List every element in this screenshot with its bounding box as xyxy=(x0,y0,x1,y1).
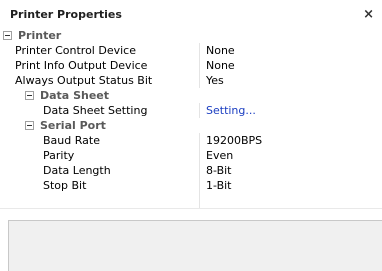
collapse-icon[interactable] xyxy=(25,91,34,100)
column-divider xyxy=(199,193,200,208)
data-sheet-setting-link[interactable]: Setting... xyxy=(200,103,256,118)
property-row-always-output-status-bit[interactable]: Always Output Status Bit Yes xyxy=(0,73,382,88)
category-label: Printer xyxy=(18,29,62,42)
property-name: Print Info Output Device xyxy=(0,58,200,73)
property-grid: Printer Printer Control Device None Prin… xyxy=(0,28,382,209)
property-name: Baud Rate xyxy=(0,133,200,148)
property-name: Data Sheet Setting xyxy=(0,103,200,118)
property-row-baud-rate[interactable]: Baud Rate 19200BPS xyxy=(0,133,382,148)
category-label: Serial Port xyxy=(40,119,106,132)
panel-titlebar: Printer Properties × xyxy=(0,0,382,28)
property-value[interactable]: None xyxy=(200,43,235,58)
property-value[interactable]: None xyxy=(200,58,235,73)
property-value[interactable]: Yes xyxy=(200,73,224,88)
printer-properties-panel: Printer Properties × Printer Printer Con… xyxy=(0,0,382,271)
category-data-sheet[interactable]: Data Sheet xyxy=(0,88,382,103)
collapse-icon[interactable] xyxy=(3,31,12,40)
property-row-parity[interactable]: Parity Even xyxy=(0,148,382,163)
empty-grid-row xyxy=(0,193,382,209)
property-row-data-sheet-setting[interactable]: Data Sheet Setting Setting... xyxy=(0,103,382,118)
property-name: Parity xyxy=(0,148,200,163)
property-name: Data Length xyxy=(0,163,200,178)
property-row-stop-bit[interactable]: Stop Bit 1-Bit xyxy=(0,178,382,193)
property-value[interactable]: Even xyxy=(200,148,233,163)
property-value[interactable]: 19200BPS xyxy=(200,133,262,148)
close-icon[interactable]: × xyxy=(361,7,376,22)
property-value[interactable]: 1-Bit xyxy=(200,178,232,193)
property-name: Always Output Status Bit xyxy=(0,73,200,88)
property-name: Printer Control Device xyxy=(0,43,200,58)
category-printer[interactable]: Printer xyxy=(0,28,382,43)
property-row-data-length[interactable]: Data Length 8-Bit xyxy=(0,163,382,178)
property-row-print-info-output-device[interactable]: Print Info Output Device None xyxy=(0,58,382,73)
category-serial-port[interactable]: Serial Port xyxy=(0,118,382,133)
property-name: Stop Bit xyxy=(0,178,200,193)
panel-title: Printer Properties xyxy=(10,7,122,21)
property-value[interactable]: 8-Bit xyxy=(200,163,232,178)
property-row-printer-control-device[interactable]: Printer Control Device None xyxy=(0,43,382,58)
collapse-icon[interactable] xyxy=(25,121,34,130)
category-label: Data Sheet xyxy=(40,89,109,102)
description-pane xyxy=(8,220,382,271)
